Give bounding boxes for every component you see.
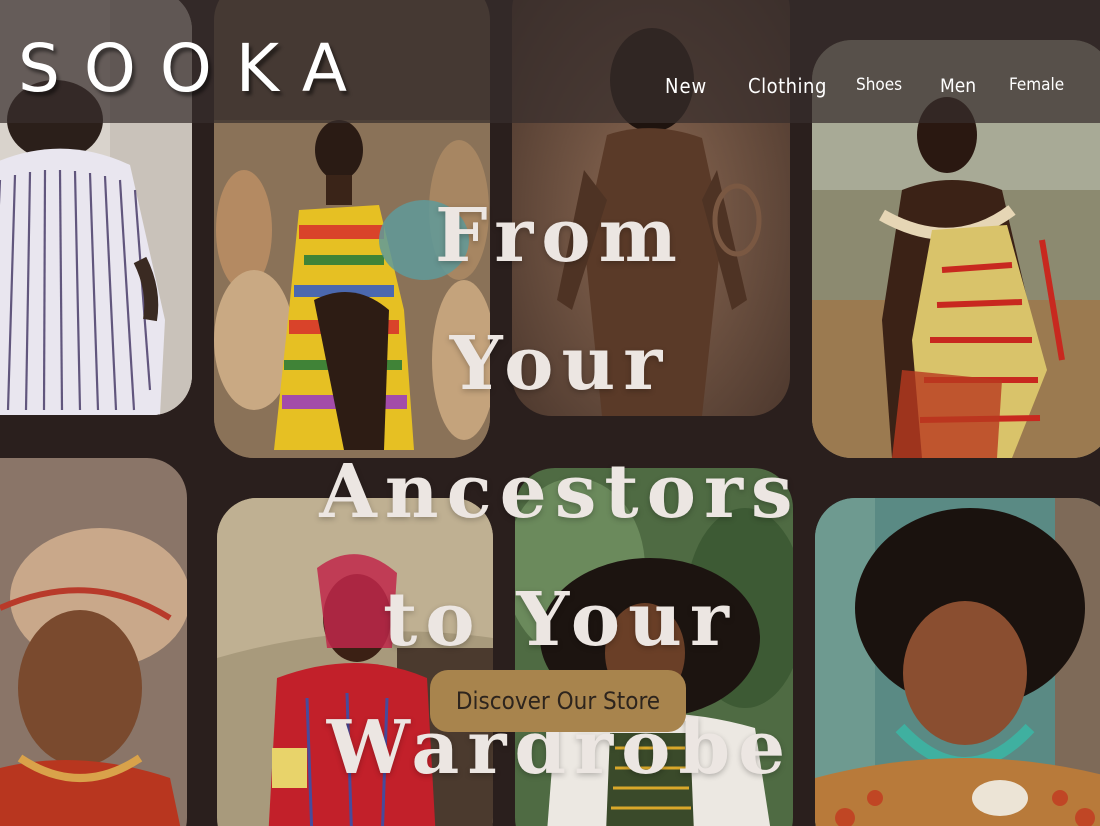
photo-person-headwrap [0,458,187,826]
hero-line-2: Ancestors [319,449,801,535]
nav-link-female[interactable]: Female [1009,75,1064,95]
top-nav-bar: SOOKA New Clothing Shoes Men Female [0,0,1100,123]
nav-link-clothing[interactable]: Clothing [748,74,827,98]
main-nav: New Clothing Shoes Men Female [0,72,1100,100]
hero-stage: SOOKA New Clothing Shoes Men Female From… [0,0,1100,826]
nav-link-shoes[interactable]: Shoes [856,75,902,95]
hero-line-1: From Your [435,193,685,407]
photo-woman-afro [815,498,1100,826]
hero-line-3: to Your [383,577,737,663]
nav-link-men[interactable]: Men [940,75,976,97]
gallery-photo-8 [815,498,1100,826]
gallery-photo-5 [0,458,187,826]
discover-store-button[interactable]: Discover Our Store [430,670,686,732]
nav-link-new[interactable]: New [665,74,707,98]
